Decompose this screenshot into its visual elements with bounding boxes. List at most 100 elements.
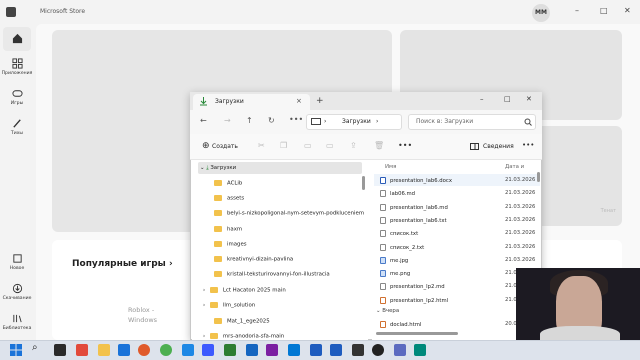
app-icon-9[interactable] xyxy=(394,344,406,356)
windows-start-icon[interactable] xyxy=(10,344,22,356)
nav-new[interactable]: Новое xyxy=(0,253,34,271)
close-icon[interactable]: ✕ xyxy=(624,6,631,15)
nav-home[interactable] xyxy=(0,33,34,46)
search-placeholder: Поиск в: Загрузки xyxy=(416,118,474,125)
nav-games[interactable]: Игры xyxy=(0,88,34,106)
search-taskbar-icon[interactable]: ⌕ xyxy=(32,342,38,353)
rename-icon[interactable]: ▭ xyxy=(326,141,334,150)
nav-apps[interactable]: Приложения xyxy=(0,58,34,76)
path-chevron-icon: › xyxy=(324,118,327,125)
app-icon-3[interactable] xyxy=(182,344,194,356)
file-row[interactable]: presentation_lp2.html xyxy=(380,297,448,304)
nav-library-label: Библиотека xyxy=(2,326,32,331)
new-tab-icon[interactable]: + xyxy=(316,96,324,106)
app-icon-7[interactable] xyxy=(352,344,364,356)
explorer-minimize-icon[interactable]: – xyxy=(480,95,484,103)
tree-item[interactable]: Mat_1_ege2025 xyxy=(214,318,270,325)
store-logo-icon xyxy=(6,7,16,17)
download-folder-icon xyxy=(200,97,207,106)
more-nav-icon[interactable]: ••• xyxy=(289,115,303,124)
nav-scrollbar[interactable] xyxy=(362,176,365,190)
maximize-icon[interactable]: □ xyxy=(600,6,608,15)
column-date[interactable]: Дата и xyxy=(505,164,524,170)
nav-downloads[interactable]: Скачивание xyxy=(0,283,34,301)
explorer-close-icon[interactable]: ✕ xyxy=(526,95,532,103)
back-icon[interactable]: ← xyxy=(200,116,207,125)
app-icon-2[interactable] xyxy=(118,344,130,356)
file-row[interactable]: doclad.html xyxy=(380,321,421,328)
tree-item[interactable]: images xyxy=(214,241,247,248)
outlook-icon[interactable] xyxy=(330,344,342,356)
file-row[interactable]: presentation_lab6.docx xyxy=(380,177,452,184)
tree-item[interactable]: kristall-teksturirovannyi-fon-illustraci… xyxy=(214,271,330,278)
tree-item[interactable]: haxm xyxy=(214,226,242,233)
nav-themes[interactable]: Тихы xyxy=(0,118,34,136)
file-row[interactable]: список_2.txt xyxy=(380,244,424,251)
copy-icon[interactable]: ❐ xyxy=(280,141,287,150)
visual-studio-icon[interactable] xyxy=(266,344,278,356)
cut-icon[interactable]: ✂ xyxy=(258,141,265,150)
roblox-tile[interactable]: Roblox - Windows xyxy=(128,305,157,325)
app-icon-4[interactable] xyxy=(202,344,214,356)
tree-item[interactable]: › mrs-anodoria-sfa-main xyxy=(203,333,284,340)
tree-item[interactable]: belyi-s-nizkopoligonal-nym-setevym-podkl… xyxy=(214,210,364,217)
file-row[interactable]: presentation_lp2.md xyxy=(380,283,445,290)
file-scrollbar[interactable] xyxy=(537,172,540,182)
horizontal-scrollbar[interactable] xyxy=(376,332,458,335)
nav-library[interactable]: Библиотека xyxy=(0,313,34,331)
word-icon[interactable] xyxy=(310,344,322,356)
app-icon-6[interactable] xyxy=(246,344,258,356)
popular-games-title[interactable]: Популярные игры › xyxy=(72,259,173,269)
avatar[interactable]: MM xyxy=(532,4,550,22)
tree-item[interactable]: assets xyxy=(214,195,244,202)
brush-icon xyxy=(12,119,21,128)
file-date: 21.03.2026 xyxy=(505,217,536,223)
tree-item[interactable]: › Lct Hacaton 2025 main xyxy=(203,287,286,294)
chrome-icon[interactable] xyxy=(160,344,172,356)
path-chevron-icon-2: › xyxy=(376,118,379,125)
home-icon xyxy=(12,33,22,44)
path-segment[interactable]: Загрузки xyxy=(342,118,371,125)
vscode-icon[interactable] xyxy=(288,344,300,356)
tab-close-icon[interactable]: × xyxy=(296,97,302,105)
app-icon-10[interactable] xyxy=(414,344,426,356)
browser-icon[interactable] xyxy=(138,344,150,356)
create-button[interactable]: Создать xyxy=(212,143,238,150)
file-row[interactable]: me.jpg xyxy=(380,257,408,264)
delete-icon[interactable]: 🗑 xyxy=(374,141,384,150)
file-row[interactable]: список.txt xyxy=(380,230,418,237)
nav-downloads-label: Скачивание xyxy=(2,296,32,301)
file-date: 21.03.2026 xyxy=(505,177,536,183)
nav-themes-label: Тихы xyxy=(10,131,24,136)
tree-item-downloads[interactable]: ⌄ ⤓ Загрузки xyxy=(200,165,236,172)
file-date: 21.03.2026 xyxy=(505,190,536,196)
file-row[interactable]: presentation_lab6.md xyxy=(380,204,448,211)
details-button[interactable]: Сведения xyxy=(483,143,514,150)
file-row[interactable]: lab06.md xyxy=(380,190,415,197)
tree-item[interactable]: kreativnyi-dizain-pavlina xyxy=(214,256,293,263)
file-row[interactable]: presentation_lab6.txt xyxy=(380,217,447,224)
forward-icon[interactable]: → xyxy=(224,116,231,125)
up-icon[interactable]: ↑ xyxy=(246,116,253,125)
column-name[interactable]: Имя xyxy=(385,164,396,170)
file-explorer-icon[interactable] xyxy=(98,344,110,356)
paste-icon[interactable]: ▭ xyxy=(304,141,312,150)
more-options-icon[interactable]: ••• xyxy=(522,141,534,149)
group-header-yesterday[interactable]: ⌄ Вчера xyxy=(376,308,399,314)
app-icon-8[interactable] xyxy=(372,344,384,356)
library-icon xyxy=(12,314,22,323)
tree-item[interactable]: ACLib xyxy=(214,180,242,187)
tree-item[interactable]: › llm_solution xyxy=(203,302,255,309)
more-icon[interactable]: ••• xyxy=(398,141,412,150)
app-icon-5[interactable] xyxy=(224,344,236,356)
minimize-icon[interactable]: – xyxy=(575,6,579,15)
bell-icon xyxy=(12,254,22,263)
app-icon-1[interactable] xyxy=(76,344,88,356)
explorer-maximize-icon[interactable]: □ xyxy=(504,95,511,103)
file-row[interactable]: me.png xyxy=(380,270,410,277)
nav-apps-label: Приложения xyxy=(1,71,33,76)
share-icon[interactable]: ⇪ xyxy=(350,141,357,150)
tab-downloads[interactable]: Загрузки xyxy=(193,94,310,110)
task-view-icon[interactable] xyxy=(54,344,66,356)
refresh-icon[interactable]: ↻ xyxy=(268,116,275,125)
